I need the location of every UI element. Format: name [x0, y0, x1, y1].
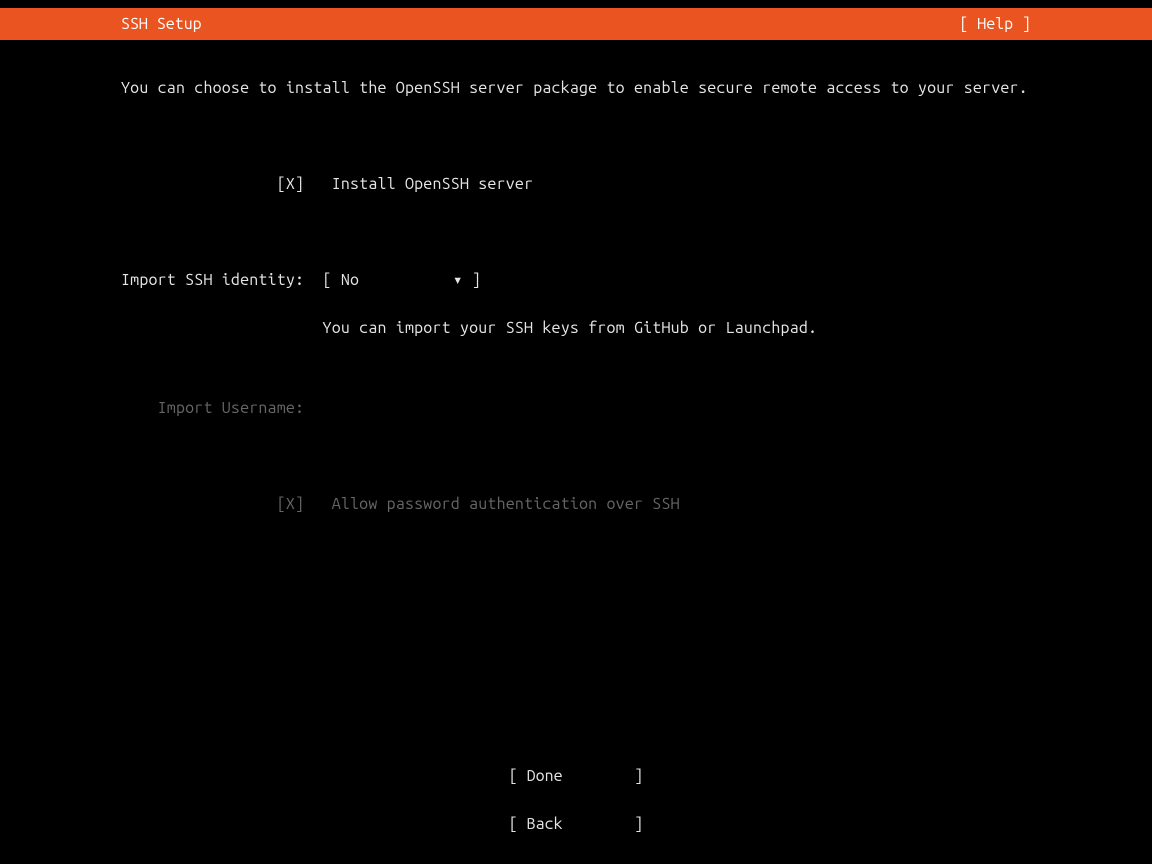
install-openssh-row[interactable]: [X] Install OpenSSH server: [121, 176, 1031, 192]
help-button[interactable]: [ Help ]: [959, 16, 1031, 32]
back-button[interactable]: [ Back ]: [0, 816, 1152, 832]
import-identity-helper: You can import your SSH keys from GitHub…: [323, 319, 818, 337]
header-bar: SSH Setup [ Help ]: [0, 8, 1152, 40]
allow-password-row: [X] Allow password authentication over S…: [121, 496, 1031, 512]
install-openssh-checkbox[interactable]: [X]: [277, 175, 304, 193]
import-identity-label: Import SSH identity:: [121, 271, 304, 289]
done-button[interactable]: [ Done ]: [0, 768, 1152, 784]
main-content: You can choose to install the OpenSSH se…: [121, 48, 1031, 528]
import-identity-select[interactable]: [ No▾ ]: [323, 271, 482, 289]
import-username-row: Import Username:: [121, 400, 1031, 416]
install-openssh-label: Install OpenSSH server: [332, 175, 534, 193]
chevron-down-icon: ▾: [453, 271, 463, 289]
allow-password-label: Allow password authentication over SSH: [332, 495, 680, 513]
select-close-bracket: ]: [472, 271, 481, 289]
import-identity-value: No: [341, 272, 453, 288]
import-identity-helper-row: You can import your SSH keys from GitHub…: [121, 320, 1031, 336]
allow-password-checkbox: [X]: [277, 495, 304, 513]
import-identity-row: Import SSH identity: [ No▾ ]: [121, 272, 1031, 288]
intro-text: You can choose to install the OpenSSH se…: [121, 80, 1031, 96]
footer: [ Done ] [ Back ]: [0, 736, 1152, 848]
select-open-bracket: [: [323, 271, 332, 289]
page-title: SSH Setup: [121, 16, 202, 32]
import-username-label: Import Username:: [158, 399, 305, 417]
